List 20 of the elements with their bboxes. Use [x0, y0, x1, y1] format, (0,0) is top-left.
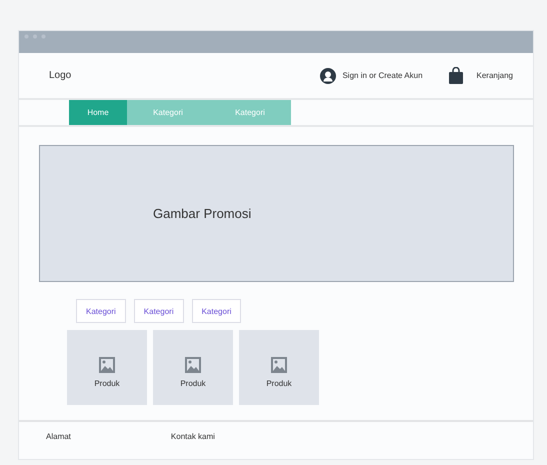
cart-link[interactable]: Keranjang	[476, 71, 513, 80]
product-label: Produk	[94, 379, 120, 388]
logo[interactable]: Logo	[49, 70, 72, 81]
image-icon	[99, 357, 115, 373]
shopping-bag-icon	[448, 67, 463, 84]
sign-in-link[interactable]: Sign in or Create Akun	[342, 71, 423, 80]
category-chip[interactable]: Kategori	[134, 299, 184, 323]
image-icon	[271, 357, 287, 373]
image-icon	[185, 357, 201, 373]
banner-label: Gambar Promosi	[153, 206, 252, 221]
category-chip[interactable]: Kategori	[76, 299, 126, 323]
product-label: Produk	[180, 379, 206, 388]
product-card[interactable]: Produk	[239, 330, 319, 405]
product-card[interactable]: Produk	[153, 330, 233, 405]
product-label: Produk	[266, 379, 292, 388]
footer-link[interactable]: Kontak kami	[170, 432, 215, 441]
category-chip[interactable]: Kategori	[192, 299, 242, 323]
footer-link[interactable]: Alamat	[46, 432, 71, 441]
product-card[interactable]: Produk	[67, 330, 147, 405]
user-icon	[320, 68, 336, 84]
